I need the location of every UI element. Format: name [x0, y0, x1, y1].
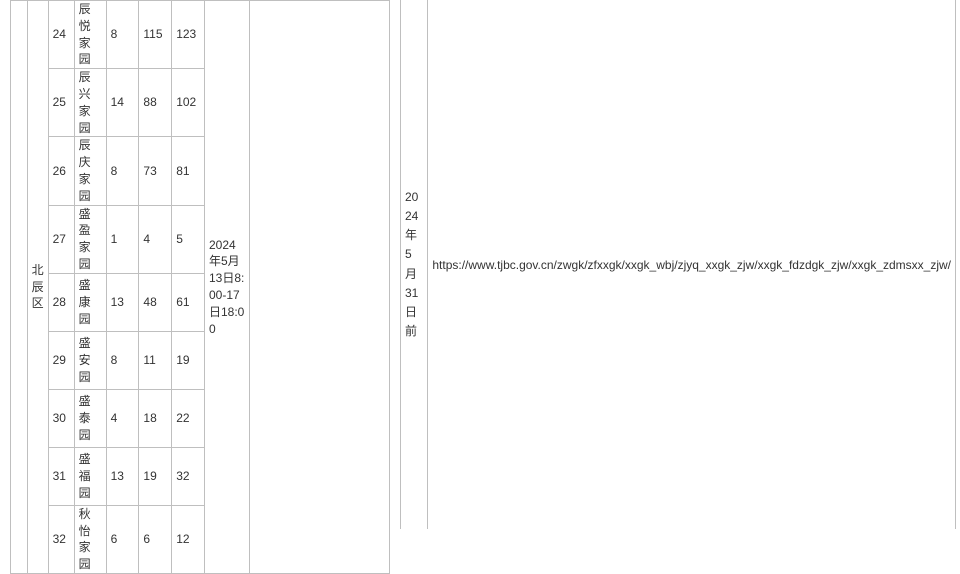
row-c: 5 — [172, 205, 205, 273]
row-name: 辰兴家园 — [74, 69, 106, 137]
row-b: 48 — [139, 273, 172, 331]
row-index: 28 — [48, 273, 74, 331]
row-b: 18 — [139, 389, 172, 447]
row-a: 8 — [106, 137, 139, 205]
publish-deadline-cell: 2024年5月31日前 — [400, 0, 427, 529]
row-name: 盛盈家园 — [74, 205, 106, 273]
row-name: 盛康园 — [74, 273, 106, 331]
row-b: 11 — [139, 331, 172, 389]
row-c: 12 — [172, 505, 205, 573]
row-c: 102 — [172, 69, 205, 137]
row-b: 6 — [139, 505, 172, 573]
left-table-container: 北辰区 24 辰悦家园 8 115 123 2024年5月13日8:00-17日… — [10, 0, 390, 574]
row-index: 24 — [48, 1, 74, 69]
row-a: 1 — [106, 205, 139, 273]
row-b: 4 — [139, 205, 172, 273]
row-index: 26 — [48, 137, 74, 205]
row-name: 辰庆家园 — [74, 137, 106, 205]
row-c: 19 — [172, 331, 205, 389]
row-b: 73 — [139, 137, 172, 205]
row-b: 19 — [139, 447, 172, 505]
row-a: 8 — [106, 1, 139, 69]
source-url[interactable]: https://www.tjbc.gov.cn/zwgk/zfxxgk/xxgk… — [427, 0, 956, 529]
row-a: 6 — [106, 505, 139, 573]
row-a: 14 — [106, 69, 139, 137]
table-row: 北辰区 24 辰悦家园 8 115 123 2024年5月13日8:00-17日… — [11, 1, 390, 69]
row-name: 辰悦家园 — [74, 1, 106, 69]
row-b: 115 — [139, 1, 172, 69]
row-index: 25 — [48, 69, 74, 137]
right-panel: 2024年5月31日前 https://www.tjbc.gov.cn/zwgk… — [400, 0, 956, 529]
row-name: 盛安园 — [74, 331, 106, 389]
district-cell: 北辰区 — [27, 1, 48, 574]
row-c: 32 — [172, 447, 205, 505]
row-c: 61 — [172, 273, 205, 331]
row-name: 盛福园 — [74, 447, 106, 505]
row-b: 88 — [139, 69, 172, 137]
row-c: 123 — [172, 1, 205, 69]
row-c: 81 — [172, 137, 205, 205]
row-index: 30 — [48, 389, 74, 447]
row-name: 秋怡家园 — [74, 505, 106, 573]
row-a: 13 — [106, 447, 139, 505]
time-window-cell: 2024年5月13日8:00-17日18:00 — [204, 1, 249, 574]
row-c: 22 — [172, 389, 205, 447]
row-index: 31 — [48, 447, 74, 505]
row-a: 13 — [106, 273, 139, 331]
row-name: 盛泰园 — [74, 389, 106, 447]
row-index: 32 — [48, 505, 74, 573]
row-a: 8 — [106, 331, 139, 389]
data-table: 北辰区 24 辰悦家园 8 115 123 2024年5月13日8:00-17日… — [10, 0, 390, 574]
row-index: 29 — [48, 331, 74, 389]
row-index: 27 — [48, 205, 74, 273]
row-a: 4 — [106, 389, 139, 447]
